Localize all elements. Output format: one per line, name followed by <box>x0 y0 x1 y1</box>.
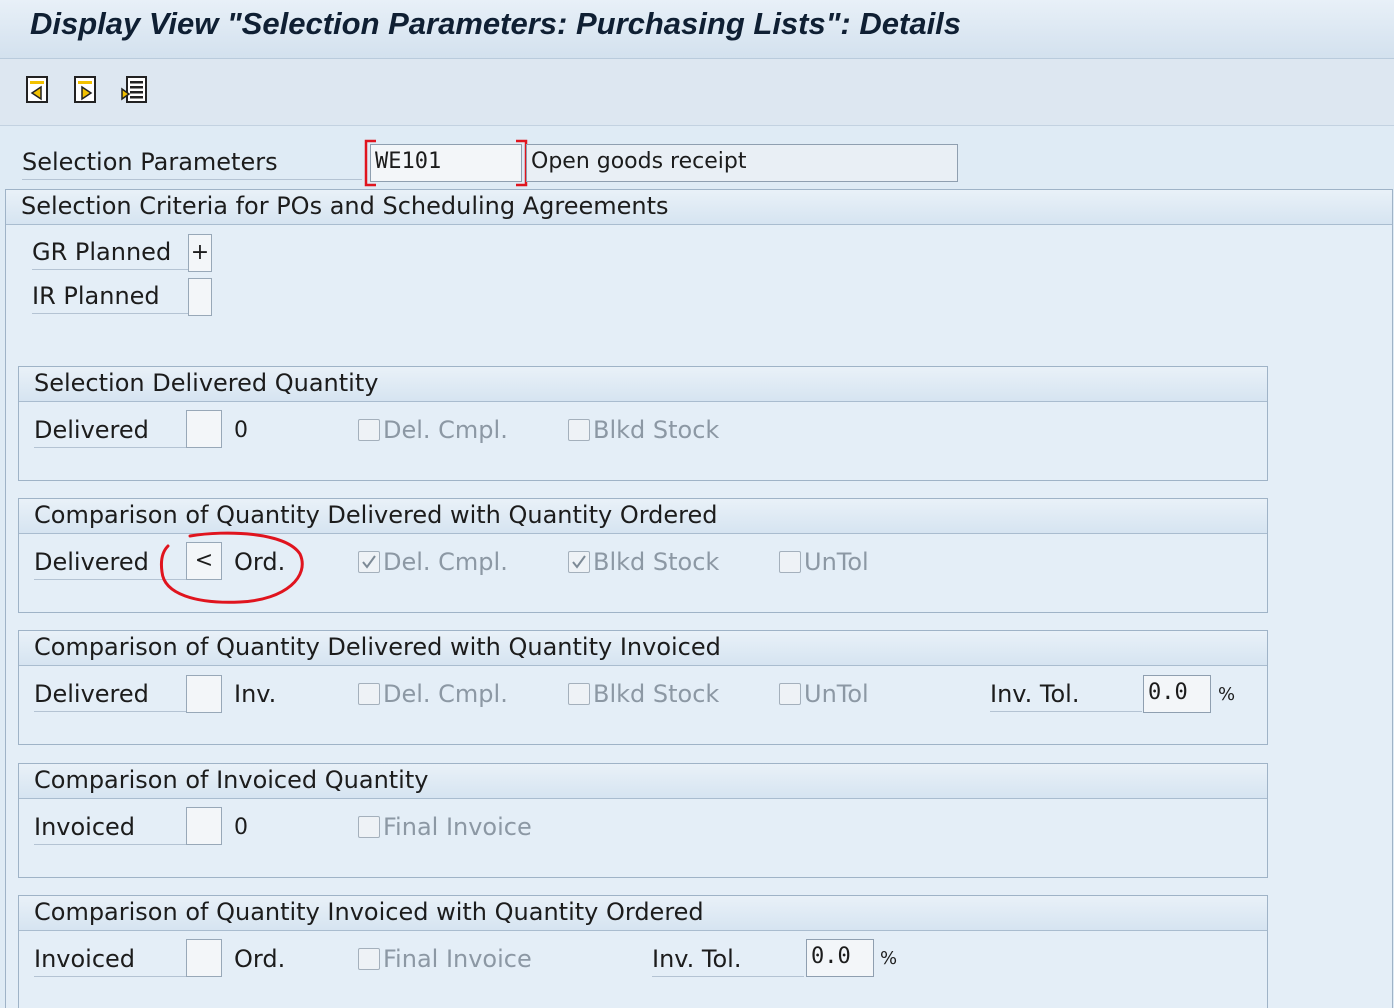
section-title: Selection Delivered Quantity <box>34 369 379 397</box>
delivered-operator-field[interactable] <box>186 410 222 448</box>
checkbox-box <box>568 551 590 573</box>
section-header: Comparison of Invoiced Quantity <box>19 764 1267 799</box>
checkbox-box <box>568 683 590 705</box>
inv-tol-field[interactable]: 0.0 <box>1143 675 1211 713</box>
section-title: Comparison of Quantity Delivered with Qu… <box>34 633 721 661</box>
del-cmpl-checkbox[interactable]: Del. Cmpl. <box>358 548 508 576</box>
final-invoice-label: Final Invoice <box>383 813 532 841</box>
invoiced-label: Invoiced <box>34 813 186 845</box>
check-icon <box>362 555 376 569</box>
page-title: Display View "Selection Parameters: Purc… <box>30 6 962 41</box>
detail-screen: Selection Parameters WE101 Open goods re… <box>0 126 1394 1008</box>
delivered-label: Delivered <box>34 548 186 580</box>
checkbox-box <box>779 551 801 573</box>
variable-list-icon <box>121 76 147 103</box>
checkbox-box <box>358 948 380 970</box>
delivered-operator-field[interactable]: < <box>186 542 222 580</box>
checkbox-box <box>358 419 380 441</box>
next-entry-icon <box>74 76 96 103</box>
inv-tol-label: Inv. Tol. <box>990 680 1142 712</box>
checkbox-box <box>568 419 590 441</box>
del-cmpl-label: Del. Cmpl. <box>383 548 508 576</box>
percent-sign: % <box>880 948 898 969</box>
next-entry-button[interactable] <box>72 75 100 105</box>
gr-planned-field[interactable]: + <box>188 234 212 272</box>
inv-tol-field[interactable]: 0.0 <box>806 939 874 977</box>
percent-sign: % <box>1218 684 1236 705</box>
section-header: Comparison of Quantity Delivered with Qu… <box>19 499 1267 534</box>
ordered-compare-label: Ord. <box>234 945 286 973</box>
checkbox-box <box>358 551 380 573</box>
final-invoice-checkbox[interactable]: Final Invoice <box>358 813 532 841</box>
blkd-stock-checkbox[interactable]: Blkd Stock <box>568 548 719 576</box>
gr-planned-label: GR Planned <box>32 238 188 270</box>
del-cmpl-label: Del. Cmpl. <box>383 416 508 444</box>
previous-entry-button[interactable] <box>24 75 52 105</box>
ir-planned-label: IR Planned <box>32 282 188 314</box>
selection-parameter-description-field: Open goods receipt <box>526 144 958 182</box>
checkbox-box <box>358 683 380 705</box>
invoiced-operator-field[interactable] <box>186 807 222 845</box>
untol-label: UnTol <box>804 680 869 708</box>
untol-label: UnTol <box>804 548 869 576</box>
del-cmpl-label: Del. Cmpl. <box>383 680 508 708</box>
invoiced-operator-field[interactable] <box>186 939 222 977</box>
blkd-stock-label: Blkd Stock <box>593 416 720 444</box>
ir-planned-field[interactable] <box>188 278 212 316</box>
section-header: Selection Delivered Quantity <box>19 367 1267 402</box>
untol-checkbox[interactable]: UnTol <box>779 548 869 576</box>
selection-parameters-label: Selection Parameters <box>22 148 362 180</box>
section-header: Comparison of Quantity Delivered with Qu… <box>19 631 1267 666</box>
selection-criteria-header: Selection Criteria for POs and Schedulin… <box>6 190 1392 225</box>
ordered-compare-label: Ord. <box>234 548 286 576</box>
variable-list-button[interactable] <box>120 75 148 105</box>
delivered-compare-value: 0 <box>234 418 248 443</box>
invoiced-label: Invoiced <box>34 945 186 977</box>
blkd-stock-checkbox[interactable]: Blkd Stock <box>568 680 719 708</box>
checkbox-box <box>779 683 801 705</box>
checkbox-box <box>358 816 380 838</box>
invoiced-compare-value: 0 <box>234 815 248 840</box>
section-header: Comparison of Quantity Invoiced with Qua… <box>19 896 1267 931</box>
title-bar: Display View "Selection Parameters: Purc… <box>0 0 1394 59</box>
selection-criteria-title: Selection Criteria for POs and Schedulin… <box>21 192 669 220</box>
section-title: Comparison of Quantity Delivered with Qu… <box>34 501 718 529</box>
blkd-stock-label: Blkd Stock <box>593 548 720 576</box>
section-title: Comparison of Quantity Invoiced with Qua… <box>34 898 704 926</box>
delivered-operator-field[interactable] <box>186 675 222 713</box>
inv-tol-label: Inv. Tol. <box>652 945 804 977</box>
final-invoice-checkbox[interactable]: Final Invoice <box>358 945 532 973</box>
del-cmpl-checkbox[interactable]: Del. Cmpl. <box>358 416 508 444</box>
invoiced-compare-label: Inv. <box>234 680 277 708</box>
check-icon <box>572 555 586 569</box>
application-toolbar <box>0 59 1394 126</box>
selection-parameter-code-field[interactable]: WE101 <box>370 144 522 182</box>
del-cmpl-checkbox[interactable]: Del. Cmpl. <box>358 680 508 708</box>
delivered-label: Delivered <box>34 416 186 448</box>
blkd-stock-checkbox[interactable]: Blkd Stock <box>568 416 719 444</box>
untol-checkbox[interactable]: UnTol <box>779 680 869 708</box>
blkd-stock-label: Blkd Stock <box>593 680 720 708</box>
delivered-label: Delivered <box>34 680 186 712</box>
previous-entry-icon <box>26 76 48 103</box>
final-invoice-label: Final Invoice <box>383 945 532 973</box>
section-title: Comparison of Invoiced Quantity <box>34 766 429 794</box>
